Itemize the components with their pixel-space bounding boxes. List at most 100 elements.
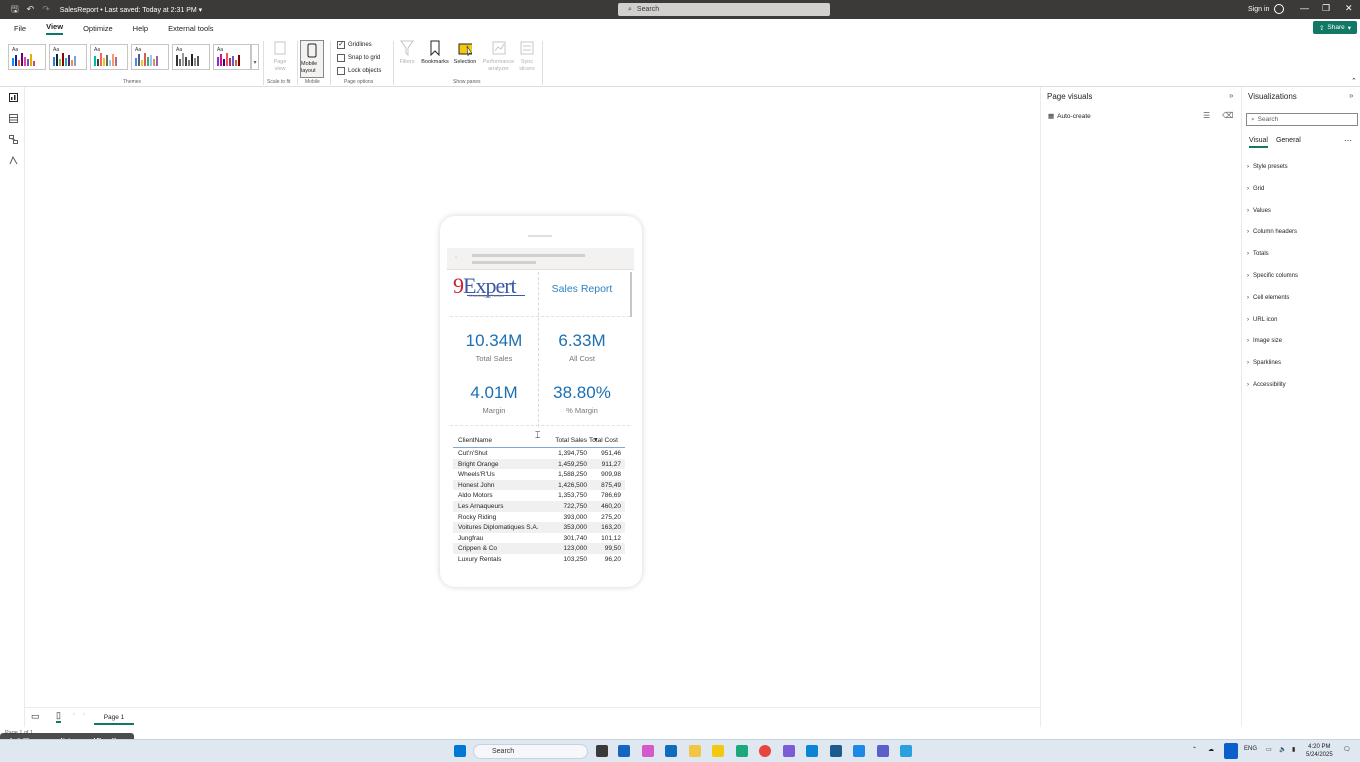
vscode-icon[interactable] xyxy=(806,745,818,757)
restore-icon[interactable]: ❐ xyxy=(1322,3,1330,14)
visualizations-search-input[interactable]: ⌕ Search xyxy=(1246,113,1358,126)
sign-in-button[interactable]: Sign in xyxy=(1248,4,1285,14)
copilot-icon[interactable] xyxy=(642,745,654,757)
dax-query-view-icon[interactable] xyxy=(9,155,18,165)
redo-icon[interactable]: ↷ xyxy=(42,4,50,15)
terminal-icon[interactable] xyxy=(830,745,842,757)
mobile-layout-icon[interactable]: ▯ xyxy=(56,710,61,723)
theme-swatch-5[interactable]: Aa xyxy=(172,44,210,70)
snap-to-grid-checkbox[interactable]: Snap to grid xyxy=(337,54,380,62)
power-bi-icon[interactable] xyxy=(712,745,724,757)
page-view-button[interactable]: Page view xyxy=(268,40,292,73)
format-section-column-headers[interactable]: › Column headers xyxy=(1247,229,1297,235)
collapse-ribbon-icon[interactable]: ⌃ xyxy=(1351,77,1357,85)
eraser-icon[interactable]: ⌫ xyxy=(1222,111,1233,120)
format-section-cell-elements[interactable]: › Cell elements xyxy=(1247,295,1289,301)
client-sales-table[interactable]: ClientName Total Sales Total Cost ▼ Cut'… xyxy=(453,433,625,565)
table-row[interactable]: Cut'n'Shut 1,394,750 951,46 xyxy=(453,448,625,459)
theme-swatch-3[interactable]: Aa xyxy=(90,44,128,70)
theme-swatch-6[interactable]: Aa xyxy=(213,44,251,70)
tab-visual[interactable]: Visual xyxy=(1249,137,1268,148)
undo-icon[interactable]: ↶ xyxy=(27,4,35,15)
document-title[interactable]: SalesReport • Last saved: Today at 2:31 … xyxy=(60,6,202,14)
tab-help[interactable]: Help xyxy=(133,24,148,33)
theme-gallery-expand[interactable]: ▾ xyxy=(251,44,259,70)
filters-pane-button[interactable]: Filters xyxy=(398,40,416,66)
table-row[interactable]: Luxury Rentals 103,250 96,20 xyxy=(453,554,625,565)
volume-icon[interactable]: 🔈 xyxy=(1279,746,1286,753)
tab-external-tools[interactable]: External tools xyxy=(168,24,213,33)
windows-start-icon[interactable] xyxy=(454,745,466,757)
theme-swatch-1[interactable]: Aa xyxy=(8,44,46,70)
theme-swatch-2[interactable]: Aa xyxy=(49,44,87,70)
format-section-sparklines[interactable]: › Sparklines xyxy=(1247,360,1281,366)
prev-page-icon[interactable]: ‹ xyxy=(73,712,75,718)
desktop-layout-icon[interactable]: ▭ xyxy=(31,711,40,722)
table-row[interactable]: Bright Orange 1,459,250 911,27 xyxy=(453,458,625,470)
task-view-icon[interactable] xyxy=(596,745,608,757)
taskbar-search[interactable]: Search xyxy=(473,744,588,759)
save-icon[interactable]: 🖫 xyxy=(11,2,19,18)
performance-analyzer-button[interactable]: Performance analyzer xyxy=(481,40,516,73)
microphone-icon[interactable] xyxy=(1224,743,1238,759)
format-section-style-presets[interactable]: › Style presets xyxy=(1247,164,1288,170)
tab-file[interactable]: File xyxy=(14,24,26,33)
model-view-icon[interactable] xyxy=(9,135,18,144)
format-section-specific-columns[interactable]: › Specific columns xyxy=(1247,273,1298,279)
table-row[interactable]: Voitures Diplomatiques S.A. 353,000 163,20 xyxy=(453,522,625,533)
format-section-accessibility[interactable]: › Accessibility xyxy=(1247,382,1286,388)
auto-create-button[interactable]: ▦ Auto-create xyxy=(1048,112,1091,121)
chrome-icon[interactable] xyxy=(759,745,771,757)
network-icon[interactable]: ▭ xyxy=(1266,746,1272,753)
taskbar-clock[interactable]: 4:20 PM 5/24/2025 xyxy=(1306,743,1333,759)
table-view-icon[interactable] xyxy=(9,114,18,123)
table-row[interactable]: Honest John 1,426,500 875,49 xyxy=(453,479,625,491)
tab-optimize[interactable]: Optimize xyxy=(83,24,113,33)
kpi-all-cost[interactable]: 6.33M All Cost xyxy=(537,331,627,363)
tab-view[interactable]: View xyxy=(46,22,64,35)
next-page-icon[interactable]: › xyxy=(83,712,85,718)
format-section-image-size[interactable]: › Image size xyxy=(1247,338,1282,344)
more-options-icon[interactable]: ⋯ xyxy=(1344,136,1352,145)
phone-scrollbar[interactable] xyxy=(630,272,632,317)
table-row[interactable]: Crippen & Co 123,000 99,50 xyxy=(453,543,625,554)
theme-swatch-4[interactable]: Aa xyxy=(131,44,169,70)
language-indicator[interactable]: ENG xyxy=(1244,746,1257,752)
format-settings-icon[interactable]: ☰ xyxy=(1203,111,1210,120)
table-row[interactable]: Les Arnaqueurs 722,750 460,20 xyxy=(453,500,625,512)
share-button[interactable]: ⇪ Share ▾ xyxy=(1313,21,1357,34)
double-chevron-right-icon[interactable]: » xyxy=(1349,91,1353,100)
visual-studio-icon[interactable] xyxy=(783,745,795,757)
battery-icon[interactable]: ▮ xyxy=(1292,746,1295,753)
gridlines-checkbox[interactable]: ✓ Gridlines xyxy=(337,41,372,49)
cloud-icon[interactable]: ☁ xyxy=(1208,746,1214,753)
lock-objects-checkbox[interactable]: Lock objects xyxy=(337,67,381,75)
page-tab-1[interactable]: Page 1 xyxy=(94,712,134,725)
notification-icon[interactable]: 🗨 xyxy=(1343,746,1351,753)
bookmarks-pane-button[interactable]: Bookmarks xyxy=(419,40,451,66)
outlook-icon[interactable] xyxy=(665,745,677,757)
table-row[interactable]: Wheels'R'Us 1,588,250 909,98 xyxy=(453,469,625,480)
kpi-total-sales[interactable]: 10.34M Total Sales xyxy=(449,331,539,363)
close-icon[interactable]: ✕ xyxy=(1345,3,1353,14)
title-search-box[interactable]: ⌕ Search xyxy=(618,3,830,16)
notepad-icon[interactable] xyxy=(853,745,865,757)
format-section-totals[interactable]: › Totals xyxy=(1247,251,1269,257)
file-explorer-icon[interactable] xyxy=(689,745,701,757)
format-section-values[interactable]: › Values xyxy=(1247,208,1271,214)
column-header-total-sales[interactable]: Total Sales xyxy=(555,437,587,444)
tray-chevron-icon[interactable]: ⌃ xyxy=(1192,746,1197,753)
mobile-layout-button[interactable]: Mobile layout xyxy=(300,40,324,78)
teams-icon[interactable] xyxy=(877,745,889,757)
table-row[interactable]: Jungfrau 301,740 101,12 xyxy=(453,533,625,544)
format-section-url-icon[interactable]: › URL icon xyxy=(1247,317,1277,323)
selection-pane-button[interactable]: Selection xyxy=(451,40,479,66)
double-chevron-right-icon[interactable]: » xyxy=(1229,91,1233,100)
sync-slicers-button[interactable]: Sync slicers xyxy=(516,40,538,73)
format-section-grid[interactable]: › Grid xyxy=(1247,186,1264,192)
edge-icon[interactable] xyxy=(736,745,748,757)
table-row[interactable]: Aldo Motors 1,353,750 786,69 xyxy=(453,490,625,501)
column-header-client[interactable]: ClientName xyxy=(458,437,492,444)
tab-general[interactable]: General xyxy=(1276,137,1301,148)
snipping-tool-icon[interactable] xyxy=(900,745,912,757)
